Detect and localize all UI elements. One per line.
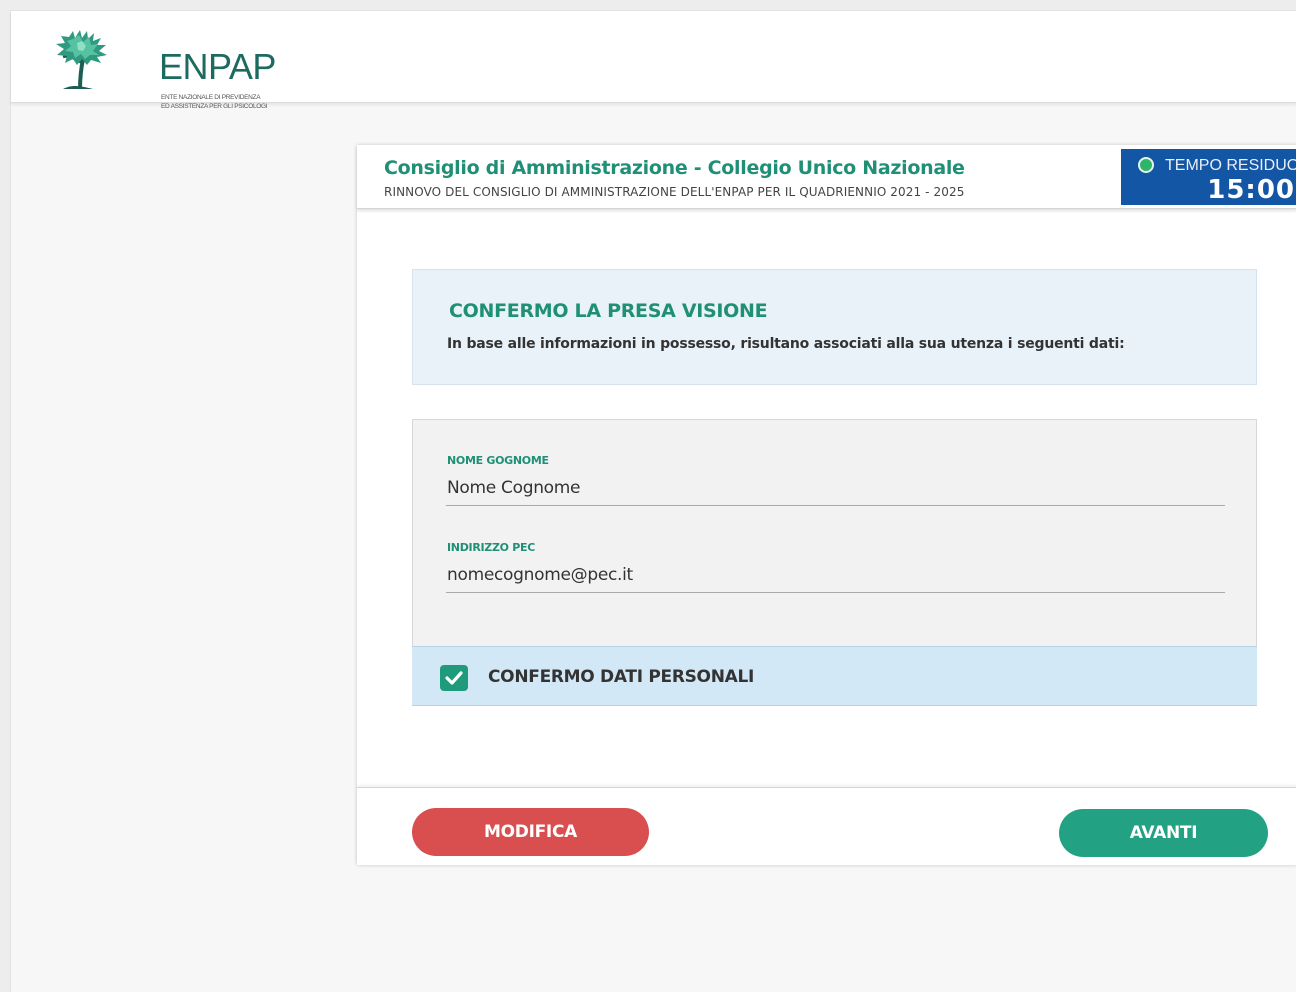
logo-subtitle-line1: ENTE NAZIONALE DI PREVIDENZA (161, 94, 261, 101)
remaining-time-panel: TEMPO RESIDUO 15:00 (1121, 149, 1296, 205)
checkmark-icon (445, 671, 463, 685)
confirm-data-row[interactable]: CONFERMO DATI PERSONALI (412, 646, 1257, 706)
info-title: CONFERMO LA PRESA VISIONE (449, 300, 768, 322)
enpap-logo[interactable]: ENPAP ENTE NAZIONALE DI PREVIDENZA ED AS… (53, 29, 276, 110)
status-dot-icon (1138, 157, 1154, 173)
pec-field-value: nomecognome@pec.it (447, 565, 633, 585)
name-field-value: Nome Cognome (447, 478, 581, 498)
voting-card: Consiglio di Amministrazione - Collegio … (357, 145, 1296, 865)
info-box: CONFERMO LA PRESA VISIONE In base alle i… (412, 269, 1257, 385)
card-subtitle: RINNOVO DEL CONSIGLIO DI AMMINISTRAZIONE… (384, 185, 965, 199)
logo-subtitle-line2: ED ASSISTENZA PER GLI PSICOLOGI (161, 103, 268, 110)
card-title: Consiglio di Amministrazione - Collegio … (384, 157, 965, 179)
tree-logo-icon (56, 30, 107, 90)
logo-wordmark: ENPAP (159, 46, 276, 87)
card-header: Consiglio di Amministrazione - Collegio … (357, 145, 1296, 209)
card-footer: MODIFICA AVANTI (357, 787, 1296, 865)
timer-value: 15:00 (1207, 175, 1295, 205)
info-text: In base alle informazioni in possesso, r… (447, 336, 1125, 352)
confirm-checkbox[interactable] (440, 665, 468, 691)
avanti-button[interactable]: AVANTI (1059, 809, 1268, 857)
page: ENPAP ENTE NAZIONALE DI PREVIDENZA ED AS… (10, 10, 1296, 992)
personal-data-box: NOME GOGNOME Nome Cognome INDIRIZZO PEC … (412, 419, 1257, 706)
timer-label: TEMPO RESIDUO (1165, 157, 1296, 174)
confirm-label: CONFERMO DATI PERSONALI (488, 667, 755, 687)
name-field-label: NOME GOGNOME (447, 454, 549, 467)
name-field-underline (446, 505, 1225, 506)
logo-subtitle: ENTE NAZIONALE DI PREVIDENZA ED ASSISTEN… (161, 93, 301, 111)
pec-field-underline (446, 592, 1225, 593)
pec-field-label: INDIRIZZO PEC (447, 541, 535, 554)
top-header: ENPAP ENTE NAZIONALE DI PREVIDENZA ED AS… (11, 11, 1296, 110)
modifica-button[interactable]: MODIFICA (412, 808, 649, 856)
